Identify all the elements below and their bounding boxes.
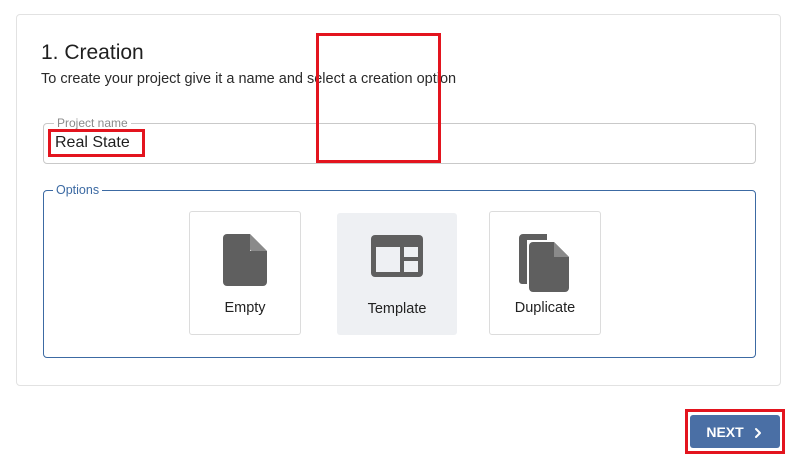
option-duplicate-label: Duplicate <box>514 300 576 316</box>
project-name-label: Project name <box>54 116 131 130</box>
step-title: 1. Creation <box>41 41 144 64</box>
option-empty-label: Empty <box>224 300 266 316</box>
chevron-right-icon <box>752 426 764 438</box>
next-button[interactable]: NEXT <box>690 415 780 448</box>
project-name-input[interactable] <box>48 130 735 156</box>
next-button-label: NEXT <box>706 423 744 440</box>
template-icon <box>371 235 423 282</box>
option-template[interactable]: Template <box>337 213 457 335</box>
next-highlight: NEXT <box>685 409 785 454</box>
options-legend: Options <box>53 182 103 198</box>
option-duplicate[interactable]: Duplicate <box>489 211 601 335</box>
option-template-label: Template <box>367 301 427 317</box>
step-subtitle: To create your project give it a name an… <box>41 71 457 87</box>
duplicate-icon <box>519 234 571 297</box>
option-empty[interactable]: Empty <box>189 211 301 335</box>
file-icon <box>223 234 267 291</box>
creation-card: 1. Creation To create your project give … <box>16 14 781 386</box>
project-name-field[interactable]: Project name <box>43 116 756 164</box>
options-group: Options Empty Template Duplicate <box>43 182 756 358</box>
